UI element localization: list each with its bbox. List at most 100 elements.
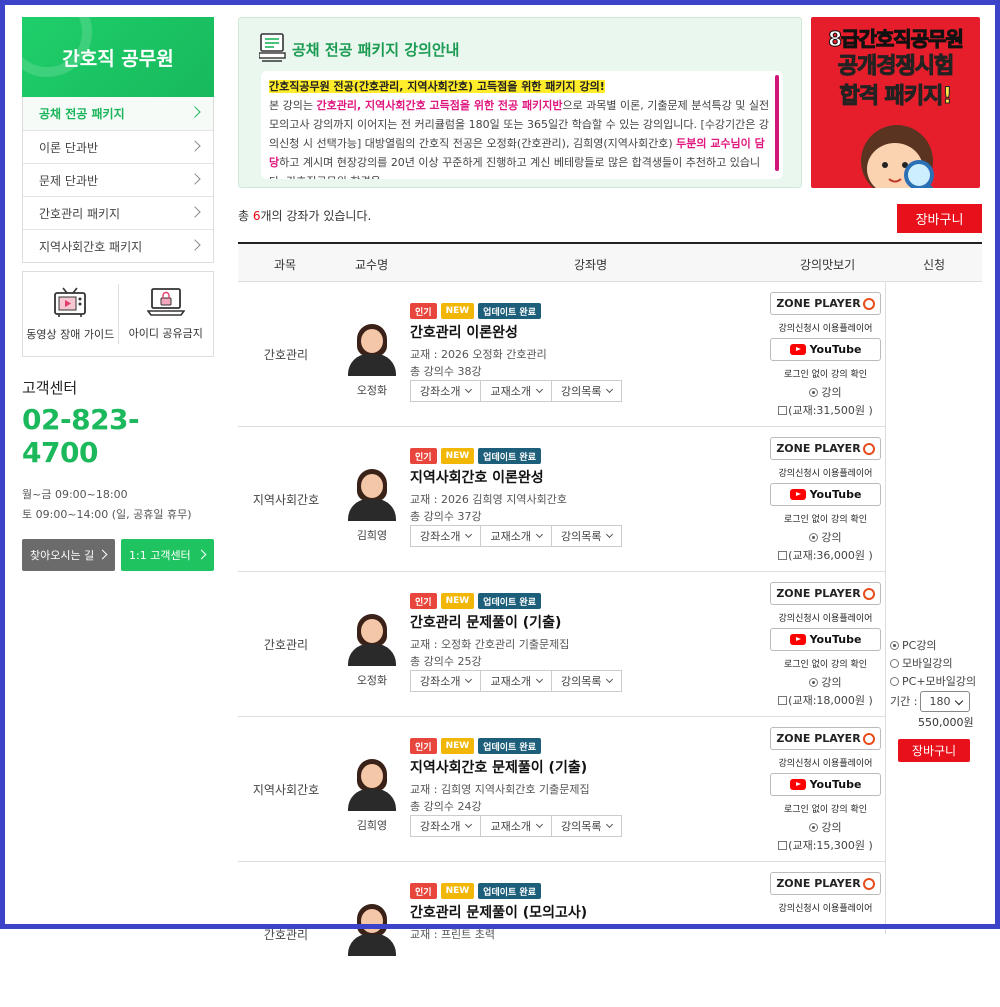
saturday-hours: 토 09:00~14:00 (일, 공휴일 휴무) — [22, 508, 192, 521]
video-guide-link[interactable]: 동영상 장애 가이드 — [23, 272, 118, 356]
course-title[interactable]: 지역사회간호 이론완성 — [410, 467, 544, 487]
chevron-down-icon — [535, 385, 544, 394]
youtube-button[interactable]: YouTube — [770, 628, 881, 651]
option-both[interactable]: PC+모바일강의 — [890, 673, 976, 691]
course-title[interactable]: 간호관리 문제풀이 (기출) — [410, 612, 561, 632]
book-price-option[interactable]: (교재:15,300원 ) — [770, 837, 881, 853]
promo-banner[interactable]: 8급간호직공무원 공개경쟁시험 합격 패키지! — [811, 17, 980, 188]
sidebar-item-theory[interactable]: 이론 단과반 — [23, 130, 213, 163]
chevron-down-icon — [535, 675, 544, 684]
chevron-down-icon — [606, 675, 614, 684]
new-badge: NEW — [440, 738, 475, 754]
chevron-down-icon — [535, 820, 544, 829]
lecture-list-dropdown[interactable]: 강의목록 — [550, 816, 621, 836]
option-mobile[interactable]: 모바일강의 — [890, 655, 976, 673]
youtube-button[interactable]: YouTube — [770, 483, 881, 506]
option-both-label: PC+모바일강의 — [902, 675, 977, 688]
player-note: 강의신청시 이용플레이어 — [778, 324, 873, 334]
sidebar-item-community-package[interactable]: 지역사회간호 패키지 — [23, 229, 213, 262]
scrollbar[interactable] — [775, 75, 779, 171]
no-share-label: 아이디 공유금지 — [128, 327, 203, 340]
lecture-radio[interactable]: 강의 — [770, 529, 881, 545]
cart-button[interactable]: 장바구니 — [898, 739, 970, 762]
character-icon — [861, 125, 934, 188]
player-note: 강의신청시 이용플레이어 — [778, 469, 873, 479]
radio-icon — [890, 677, 899, 686]
youtube-label: YouTube — [809, 488, 862, 501]
lecture-radio[interactable]: 강의 — [770, 674, 881, 690]
player-logo-icon — [862, 587, 875, 600]
book-price: (교재:31,500원 ) — [788, 404, 873, 417]
chevron-right-icon — [97, 549, 108, 560]
course-intro-dropdown[interactable]: 강좌소개 — [411, 526, 480, 546]
chevron-down-icon — [606, 530, 614, 539]
checkbox-icon — [778, 696, 788, 705]
professor: 김희영 — [344, 465, 400, 543]
chevron-down-icon — [465, 675, 473, 684]
course-title[interactable]: 간호관리 이론완성 — [410, 322, 518, 342]
support-label: 1:1 고객센터 — [129, 549, 191, 562]
book-price-option[interactable]: (교재:36,000원 ) — [770, 547, 881, 563]
option-pc[interactable]: PC강의 — [890, 637, 976, 655]
no-share-link[interactable]: 아이디 공유금지 — [119, 272, 214, 356]
course-intro-dropdown[interactable]: 강좌소개 — [411, 381, 480, 401]
book-price-option[interactable]: (교재:31,500원 ) — [770, 402, 881, 418]
chevron-down-icon — [465, 530, 473, 539]
youtube-label: YouTube — [809, 778, 862, 791]
book-intro-dropdown[interactable]: 교재소개 — [480, 381, 550, 401]
zone-player-button[interactable]: ZONE PLAYER — [770, 292, 881, 315]
chevron-right-icon — [189, 206, 201, 218]
course-book: 교재 : 프린트 초력 — [410, 928, 496, 941]
lecture-radio[interactable]: 강의 — [770, 819, 881, 835]
cart-button-top[interactable]: 장바구니 — [897, 204, 982, 233]
sidebar-item-management-package[interactable]: 간호관리 패키지 — [23, 196, 213, 229]
lecture-list-dropdown[interactable]: 강의목록 — [550, 671, 621, 691]
course-book: 교재 : 2026 김희영 지역사회간호 — [410, 493, 568, 506]
zone-player-button[interactable]: ZONE PLAYER — [770, 872, 881, 895]
chevron-right-icon — [189, 140, 201, 152]
book-price-option[interactable]: (교재:18,000원 ) — [770, 692, 881, 708]
support-button[interactable]: 1:1 고객센터 — [121, 539, 214, 571]
total-count: 6 — [252, 209, 261, 223]
course-book: 교재 : 김희영 지역사회간호 기출문제집 — [410, 783, 590, 796]
book-intro-dropdown[interactable]: 교재소개 — [480, 671, 550, 691]
youtube-button[interactable]: YouTube — [770, 773, 881, 796]
badge-group: 인기 NEW 업데이트 완료 — [410, 883, 541, 899]
sidebar-item-label: 문제 단과반 — [39, 173, 99, 188]
player-logo-icon — [862, 442, 875, 455]
header-preview: 강의맛보기 — [800, 258, 856, 272]
radio-selected-icon — [809, 388, 819, 397]
sidebar-item-problem[interactable]: 문제 단과반 — [23, 163, 213, 196]
course-title[interactable]: 지역사회간호 문제풀이 (기출) — [410, 757, 587, 777]
course-subject: 간호관리 — [263, 348, 309, 362]
book-intro-dropdown[interactable]: 교재소개 — [480, 526, 550, 546]
total-suffix: 개의 강좌가 있습니다. — [260, 209, 372, 223]
hot-badge: 인기 — [410, 593, 437, 609]
lecture-list-dropdown[interactable]: 강의목록 — [550, 526, 621, 546]
chevron-down-icon — [606, 385, 614, 394]
zone-player-label: ZONE PLAYER — [776, 587, 861, 600]
package-info-text[interactable]: 간호직공무원 전공(간호관리, 지역사회간호) 고득점을 위한 패키지 강의! … — [261, 71, 783, 179]
directions-label: 찾아오시는 길 — [30, 549, 95, 562]
directions-button[interactable]: 찾아오시는 길 — [22, 539, 115, 571]
sidebar-item-major-package[interactable]: 공채 전공 패키지 — [23, 97, 213, 130]
hot-badge: 인기 — [410, 448, 437, 464]
zone-player-button[interactable]: ZONE PLAYER — [770, 727, 881, 750]
course-intro-dropdown[interactable]: 강좌소개 — [411, 671, 480, 691]
chevron-down-icon — [606, 820, 614, 829]
book-intro-dropdown[interactable]: 교재소개 — [480, 816, 550, 836]
dropdown-label: 강좌소개 — [420, 820, 461, 833]
lecture-list-dropdown[interactable]: 강의목록 — [550, 381, 621, 401]
hot-badge: 인기 — [410, 303, 437, 319]
preview-cell: ZONE PLAYER 강의신청시 이용플레이어 YouTube 로그인 없이 … — [770, 292, 881, 418]
lecture-radio[interactable]: 강의 — [770, 384, 881, 400]
period-select[interactable]: 180 — [920, 691, 971, 712]
youtube-button[interactable]: YouTube — [770, 338, 881, 361]
course-title[interactable]: 간호관리 문제풀이 (모의고사) — [410, 902, 587, 922]
course-intro-dropdown[interactable]: 강좌소개 — [411, 816, 480, 836]
option-pc-label: PC강의 — [902, 639, 937, 652]
zone-player-button[interactable]: ZONE PLAYER — [770, 582, 881, 605]
dropdown-label: 강의목록 — [560, 530, 602, 543]
update-badge: 업데이트 완료 — [478, 593, 541, 609]
zone-player-button[interactable]: ZONE PLAYER — [770, 437, 881, 460]
